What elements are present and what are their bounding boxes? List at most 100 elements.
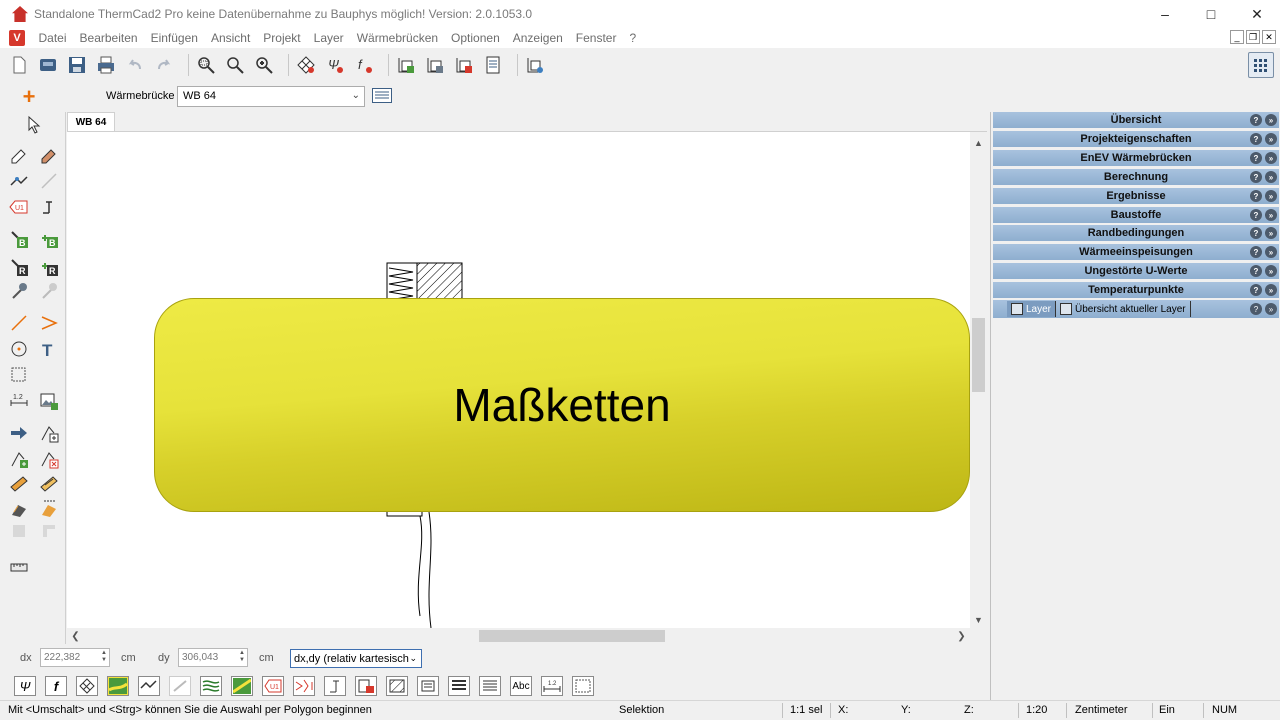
insert-layer-icon[interactable] bbox=[395, 54, 417, 76]
help-icon[interactable]: ? bbox=[1250, 152, 1262, 164]
menu-optionen[interactable]: Optionen bbox=[445, 31, 507, 45]
tab-layer-overview[interactable]: Übersicht aktueller Layer bbox=[1056, 301, 1191, 317]
panel-header-ergebnisse[interactable]: Ergebnisse?» bbox=[993, 188, 1279, 205]
layer-stack-icon[interactable] bbox=[417, 676, 439, 696]
collapse-icon[interactable]: » bbox=[1265, 114, 1277, 126]
menu-fenster[interactable]: Fenster bbox=[569, 31, 623, 45]
list-view-icon[interactable] bbox=[372, 88, 392, 103]
draw-angle-icon[interactable] bbox=[38, 312, 60, 334]
menu-projekt[interactable]: Projekt bbox=[257, 31, 307, 45]
corner-disabled-icon[interactable] bbox=[38, 520, 60, 542]
move-arrow-icon[interactable] bbox=[8, 422, 30, 444]
collapse-icon[interactable]: » bbox=[1265, 284, 1277, 296]
scroll-up-icon[interactable]: ▲ bbox=[970, 134, 987, 151]
boundary-b-add-icon[interactable]: B bbox=[38, 228, 60, 250]
dimension-point-icon[interactable] bbox=[38, 196, 60, 218]
help-icon[interactable]: ? bbox=[1250, 246, 1262, 258]
eraser-icon[interactable] bbox=[8, 144, 30, 166]
material-eraser-icon[interactable] bbox=[38, 144, 60, 166]
tab-layer[interactable]: Layer bbox=[1007, 301, 1057, 317]
psi-calc-icon[interactable]: Ψ bbox=[324, 54, 346, 76]
layer-settings-icon[interactable] bbox=[524, 54, 546, 76]
horizontal-scrollbar[interactable]: ❮ ❯ bbox=[67, 628, 970, 645]
collapse-icon[interactable]: » bbox=[1265, 265, 1277, 277]
circle-icon[interactable] bbox=[8, 338, 30, 360]
collapse-icon[interactable]: » bbox=[1265, 303, 1277, 315]
zoom-in-icon[interactable] bbox=[253, 54, 275, 76]
insulation-icon[interactable] bbox=[8, 498, 30, 520]
block-disabled-icon[interactable] bbox=[8, 520, 30, 542]
horizontal-scroll-thumb[interactable] bbox=[479, 630, 665, 642]
mdi-minimize-button[interactable]: _ bbox=[1230, 30, 1244, 44]
help-icon[interactable]: ? bbox=[1250, 171, 1262, 183]
vertical-scroll-thumb[interactable] bbox=[972, 318, 985, 392]
collapse-icon[interactable]: » bbox=[1265, 246, 1277, 258]
rotate-icon[interactable] bbox=[293, 676, 315, 696]
collapse-icon[interactable]: » bbox=[1265, 171, 1277, 183]
help-icon[interactable]: ? bbox=[1250, 209, 1262, 221]
vertical-scrollbar[interactable]: ▲ ▼ bbox=[970, 132, 987, 628]
menu-anzeigen[interactable]: Anzeigen bbox=[506, 31, 569, 45]
menu-help[interactable]: ? bbox=[623, 31, 643, 45]
copy-layer-icon[interactable] bbox=[424, 54, 446, 76]
print-preview-icon[interactable] bbox=[355, 676, 377, 696]
heatflow-icon[interactable] bbox=[138, 676, 160, 696]
help-icon[interactable]: ? bbox=[1250, 190, 1262, 202]
help-icon[interactable]: ? bbox=[1250, 227, 1262, 239]
collapse-icon[interactable]: » bbox=[1265, 227, 1277, 239]
frame-icon[interactable] bbox=[572, 676, 594, 696]
dimension-icon[interactable] bbox=[324, 676, 346, 696]
add-icon[interactable]: + bbox=[20, 86, 38, 108]
boundary-r-icon[interactable]: R bbox=[8, 256, 30, 278]
spinner-icon[interactable]: ▲ ▼ bbox=[101, 650, 107, 664]
panel-header-uebersicht[interactable]: Übersicht?» bbox=[993, 112, 1279, 129]
mdi-restore-button[interactable]: ❐ bbox=[1246, 30, 1260, 44]
collapse-icon[interactable]: » bbox=[1265, 209, 1277, 221]
tab-wb64[interactable]: WB 64 bbox=[67, 112, 115, 132]
f-factor-icon[interactable]: f bbox=[45, 676, 67, 696]
dimension-chain-icon[interactable]: 1.2 bbox=[8, 390, 30, 412]
dy-input[interactable]: 306,043 ▲ ▼ bbox=[178, 648, 248, 667]
coordinate-mode-select[interactable]: dx,dy (relativ kartesisch ⌄ bbox=[290, 649, 422, 668]
stream-lines-icon[interactable] bbox=[200, 676, 222, 696]
insert-image-icon[interactable] bbox=[38, 390, 60, 412]
panel-header-projekteigenschaften[interactable]: Projekteigenschaften?» bbox=[993, 131, 1279, 148]
undo-icon[interactable] bbox=[124, 54, 146, 76]
open-icon[interactable] bbox=[37, 54, 59, 76]
help-icon[interactable]: ? bbox=[1250, 284, 1262, 296]
help-icon[interactable]: ? bbox=[1250, 303, 1262, 315]
panel-header-temperaturpunkte[interactable]: Temperaturpunkte?» bbox=[993, 282, 1279, 299]
minimize-button[interactable]: – bbox=[1142, 0, 1188, 28]
dx-input[interactable]: 222,382 ▲ ▼ bbox=[40, 648, 110, 667]
ruler-icon[interactable] bbox=[8, 556, 30, 578]
material-stripe-icon[interactable] bbox=[38, 472, 60, 494]
boundary-b-icon[interactable]: B bbox=[8, 228, 30, 250]
table-icon[interactable] bbox=[448, 676, 470, 696]
selection-rect-icon[interactable] bbox=[8, 364, 30, 386]
panel-header-waermeeinspeisungen[interactable]: Wärmeeinspeisungen?» bbox=[993, 244, 1279, 261]
help-icon[interactable]: ? bbox=[1250, 114, 1262, 126]
zoom-extents-icon[interactable] bbox=[224, 54, 246, 76]
node-insert-icon[interactable] bbox=[8, 448, 30, 470]
menu-waermebruecken[interactable]: Wärmebrücken bbox=[350, 31, 444, 45]
collapse-icon[interactable]: » bbox=[1265, 152, 1277, 164]
material-fill-icon[interactable] bbox=[8, 472, 30, 494]
panel-header-berechnung[interactable]: Berechnung?» bbox=[993, 169, 1279, 186]
menu-datei[interactable]: Datei bbox=[32, 31, 73, 45]
node-delete-icon[interactable] bbox=[38, 448, 60, 470]
panel-header-randbedingungen[interactable]: Randbedingungen?» bbox=[993, 225, 1279, 242]
dimension-value-icon[interactable]: 1.2 bbox=[541, 676, 563, 696]
app-logo-icon[interactable]: V bbox=[9, 30, 25, 46]
menu-bearbeiten[interactable]: Bearbeiten bbox=[73, 31, 144, 45]
link-disabled-icon[interactable] bbox=[169, 676, 191, 696]
print-icon[interactable] bbox=[95, 54, 117, 76]
collapse-icon[interactable]: » bbox=[1265, 133, 1277, 145]
spinner-icon[interactable]: ▲ ▼ bbox=[239, 650, 245, 664]
f-calc-icon[interactable]: f bbox=[353, 54, 375, 76]
menu-einfuegen[interactable]: Einfügen bbox=[144, 31, 204, 45]
node-add-icon[interactable] bbox=[38, 422, 60, 444]
menu-layer[interactable]: Layer bbox=[307, 31, 350, 45]
panel-grid-button[interactable] bbox=[1248, 52, 1274, 78]
close-button[interactable]: ✕ bbox=[1234, 0, 1280, 28]
maximize-button[interactable]: □ bbox=[1188, 0, 1234, 28]
